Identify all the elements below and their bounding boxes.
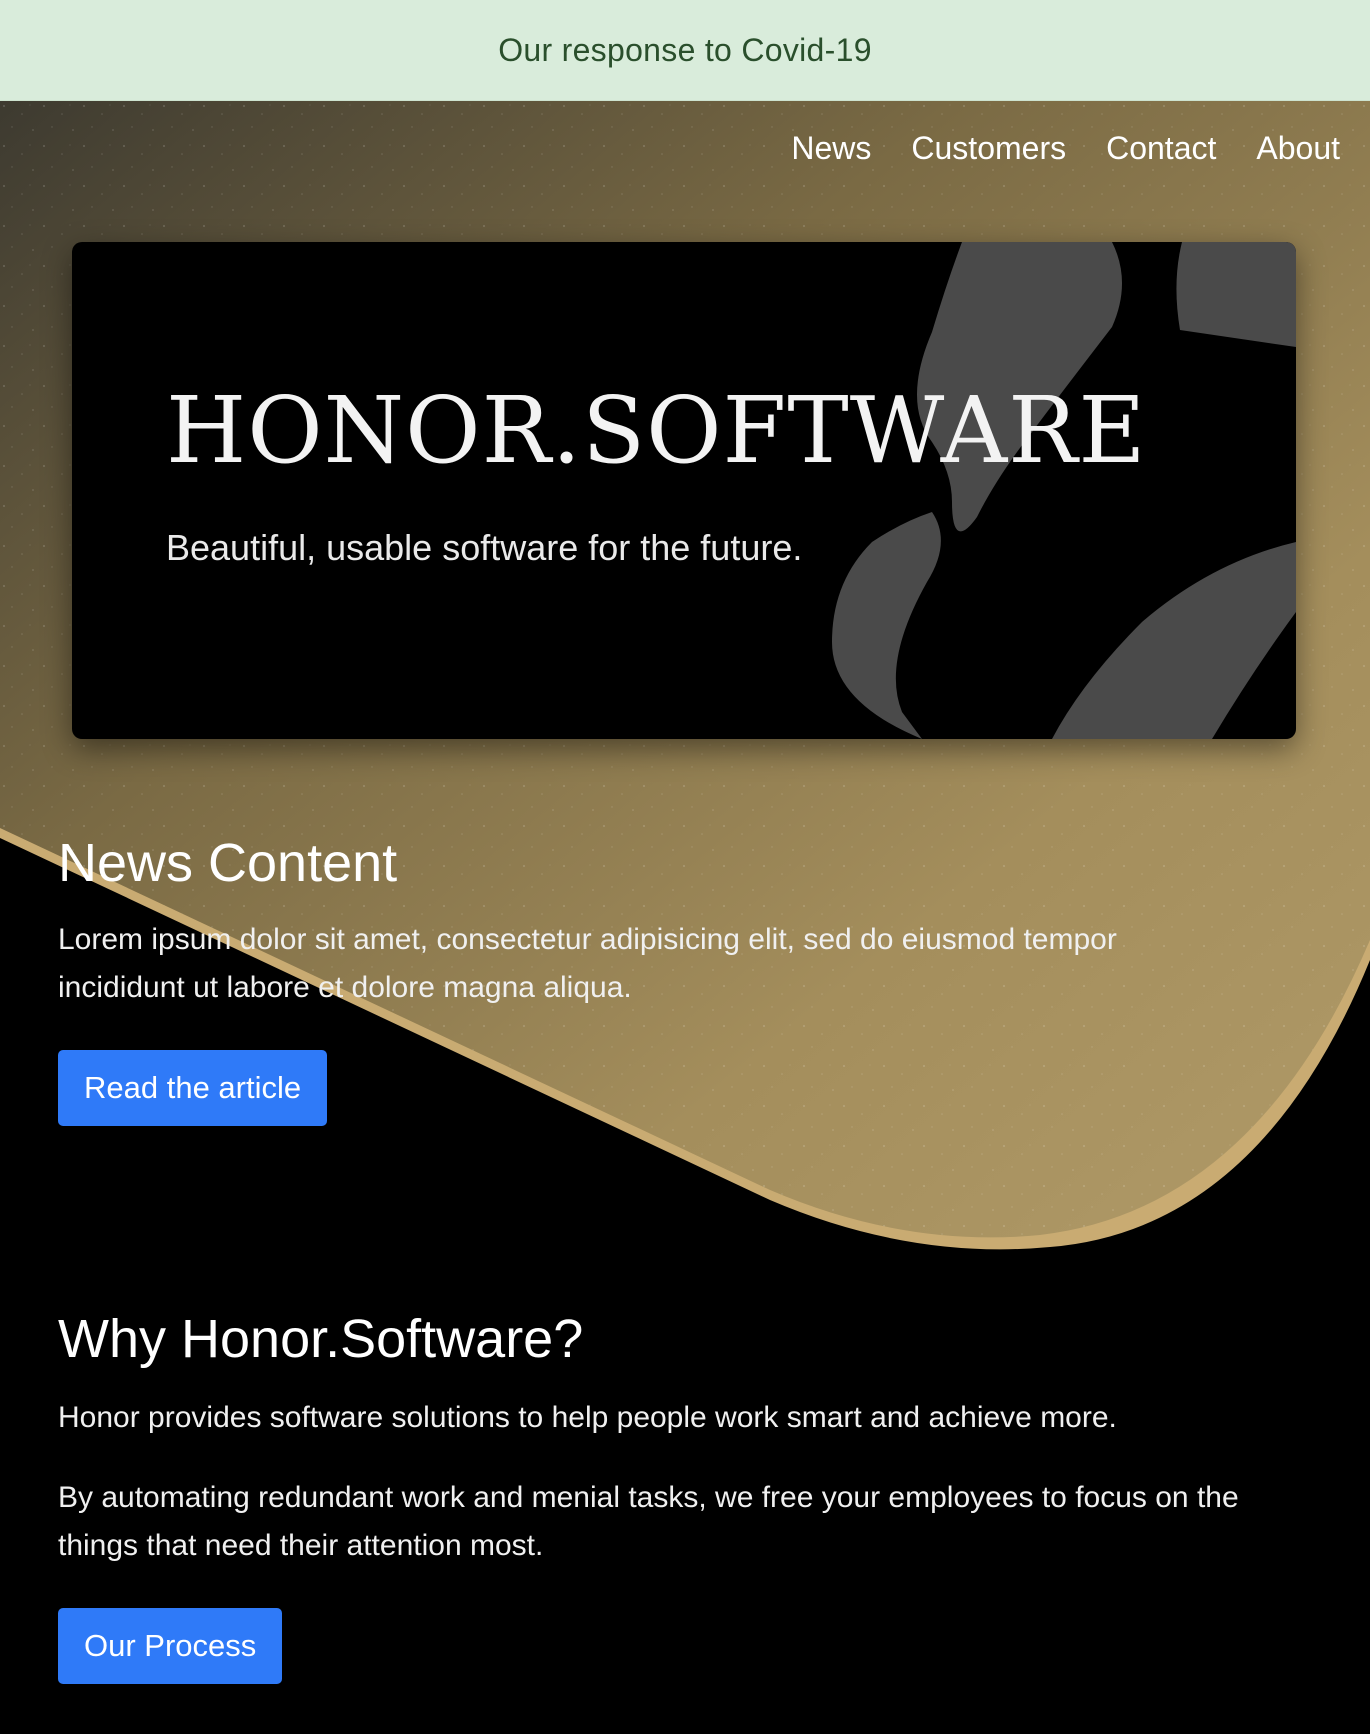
brand-title: HONOR.SOFTWARE bbox=[166, 377, 1147, 484]
why-paragraph-2: By automating redundant work and menial … bbox=[58, 1481, 1239, 1562]
covid-banner: Our response to Covid-19 bbox=[0, 0, 1370, 101]
main-nav: News Customers Contact About bbox=[791, 130, 1340, 167]
nav-link-news[interactable]: News bbox=[791, 130, 871, 167]
news-heading: News Content bbox=[58, 833, 398, 893]
news-body: Lorem ipsum dolor sit amet, consectetur … bbox=[58, 923, 1117, 1004]
why-paragraph-1: Honor provides software solutions to hel… bbox=[58, 1401, 1117, 1434]
abstract-shape-graphic bbox=[832, 242, 1296, 739]
covid-response-link[interactable]: Our response to Covid-19 bbox=[498, 32, 872, 69]
read-article-button[interactable]: Read the article bbox=[58, 1050, 328, 1126]
nav-link-about[interactable]: About bbox=[1256, 130, 1340, 167]
nav-link-customers[interactable]: Customers bbox=[911, 130, 1066, 167]
nav-link-contact[interactable]: Contact bbox=[1106, 130, 1216, 167]
why-heading: Why Honor.Software? bbox=[58, 1309, 584, 1369]
brand-tagline: Beautiful, usable software for the futur… bbox=[166, 527, 803, 568]
news-section: News Content Lorem ipsum dolor sit amet,… bbox=[58, 832, 1258, 1126]
why-section: Why Honor.Software? Honor provides softw… bbox=[58, 1308, 1298, 1684]
our-process-button[interactable]: Our Process bbox=[58, 1608, 283, 1684]
brand-card: HONOR.SOFTWARE Beautiful, usable softwar… bbox=[72, 242, 1296, 739]
